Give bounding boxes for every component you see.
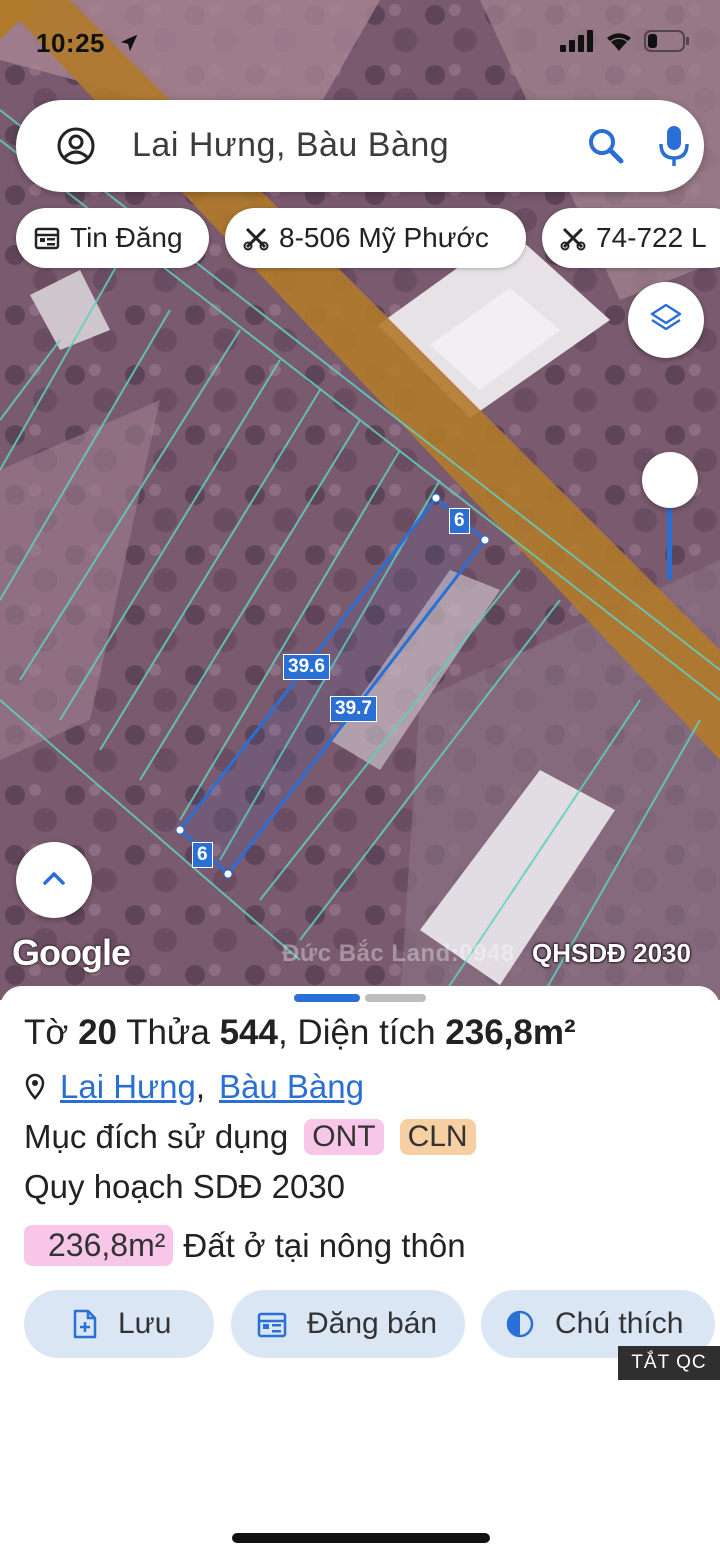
google-logo: Google xyxy=(12,932,131,973)
purpose-badge-cln: CLN xyxy=(399,1119,476,1155)
land-use-purpose: Mục đích sử dụng ONT CLN xyxy=(24,1118,476,1156)
chip-tin-dang[interactable]: Tin Đăng xyxy=(16,208,209,268)
account-icon[interactable] xyxy=(56,126,96,171)
search-bar[interactable]: Lai Hưng, Bàu Bàng xyxy=(16,100,704,192)
location-pin-icon xyxy=(24,1073,46,1101)
home-indicator[interactable] xyxy=(232,1533,490,1543)
dimension-label-bottom: 6 xyxy=(192,842,213,868)
sheet-number: 20 xyxy=(78,1013,117,1052)
calendar-icon xyxy=(257,1310,287,1338)
scissors-icon xyxy=(243,225,269,251)
chip-label: Tin Đăng xyxy=(70,222,183,253)
layers-icon xyxy=(649,301,683,340)
dimension-label-top: 6 xyxy=(449,508,470,534)
battery-icon xyxy=(644,30,690,57)
purpose-label: Mục đích sử dụng xyxy=(24,1118,289,1155)
opacity-slider-handle[interactable] xyxy=(642,452,698,508)
map-view[interactable]: 6 39.6 39.7 6 10:25 Lai Hưng, Bàu Bàng T… xyxy=(0,0,720,1000)
layers-button[interactable] xyxy=(628,282,704,358)
title-prefix: Tờ xyxy=(24,1013,79,1052)
chip-parcel-74-722[interactable]: 74-722 L xyxy=(542,208,720,268)
status-time: 10:25 xyxy=(36,28,105,58)
plan-area-description: Đất ở tại nông thôn xyxy=(183,1226,466,1264)
address-link-commune[interactable]: Lai Hưng xyxy=(60,1068,196,1106)
address-link-district[interactable]: Bàu Bàng xyxy=(219,1068,364,1106)
save-label: Lưu xyxy=(118,1307,172,1340)
calendar-icon xyxy=(34,225,60,251)
chip-label: 8-506 Mỹ Phước xyxy=(279,222,489,253)
plan-area-badge: 236,8m² xyxy=(24,1225,174,1266)
search-icon[interactable] xyxy=(586,126,626,171)
save-button[interactable]: Lưu xyxy=(24,1290,214,1358)
dimension-label-left: 39.6 xyxy=(283,654,330,680)
plan-area-row: 236,8m² Đất ở tại nông thôn xyxy=(24,1225,466,1266)
plan-label: Quy hoạch SDĐ 2030 xyxy=(24,1168,346,1205)
cellular-signal-icon xyxy=(560,30,594,57)
legend-label: Chú thích xyxy=(555,1307,684,1340)
purpose-badge-ont: ONT xyxy=(304,1119,384,1155)
dimension-label-right: 39.7 xyxy=(330,696,377,722)
planning-layer-label: QHSDĐ 2030 xyxy=(532,938,691,968)
expand-up-button[interactable] xyxy=(16,842,92,918)
file-add-icon xyxy=(72,1309,98,1339)
contrast-icon xyxy=(505,1309,535,1339)
microphone-icon[interactable] xyxy=(656,124,692,173)
sheet-handle-active[interactable] xyxy=(294,994,360,1002)
ad-toggle-button[interactable]: TẮT QC xyxy=(618,1346,720,1380)
title-area-label: , Diện tích xyxy=(277,1013,446,1052)
parcel-area: 236,8m² xyxy=(445,1013,576,1052)
address-separator: , xyxy=(195,1068,206,1105)
wifi-icon xyxy=(604,30,634,57)
post-sale-label: Đăng bán xyxy=(307,1307,438,1340)
chip-parcel-8-506[interactable]: 8-506 Mỹ Phước xyxy=(225,208,526,268)
location-arrow-icon xyxy=(118,32,140,59)
opacity-slider-track[interactable] xyxy=(667,505,672,580)
scissors-icon xyxy=(560,225,586,251)
post-sale-button[interactable]: Đăng bán xyxy=(231,1290,465,1358)
title-plot-label: Thửa xyxy=(117,1013,220,1052)
status-bar: 10:25 xyxy=(0,22,720,66)
chevron-up-icon xyxy=(41,869,67,892)
plot-number: 544 xyxy=(219,1013,278,1052)
chip-label: 74-722 L xyxy=(596,222,707,253)
parcel-address: Lai Hưng, Bàu Bàng xyxy=(24,1068,364,1106)
watermark-text: Đức Bắc Land:0948 xyxy=(282,940,515,967)
sheet-handle-inactive[interactable] xyxy=(365,994,426,1002)
parcel-title: Tờ 20 Thửa 544, Diện tích 236,8m² xyxy=(24,1013,576,1053)
search-input[interactable]: Lai Hưng, Bàu Bàng xyxy=(132,126,449,165)
